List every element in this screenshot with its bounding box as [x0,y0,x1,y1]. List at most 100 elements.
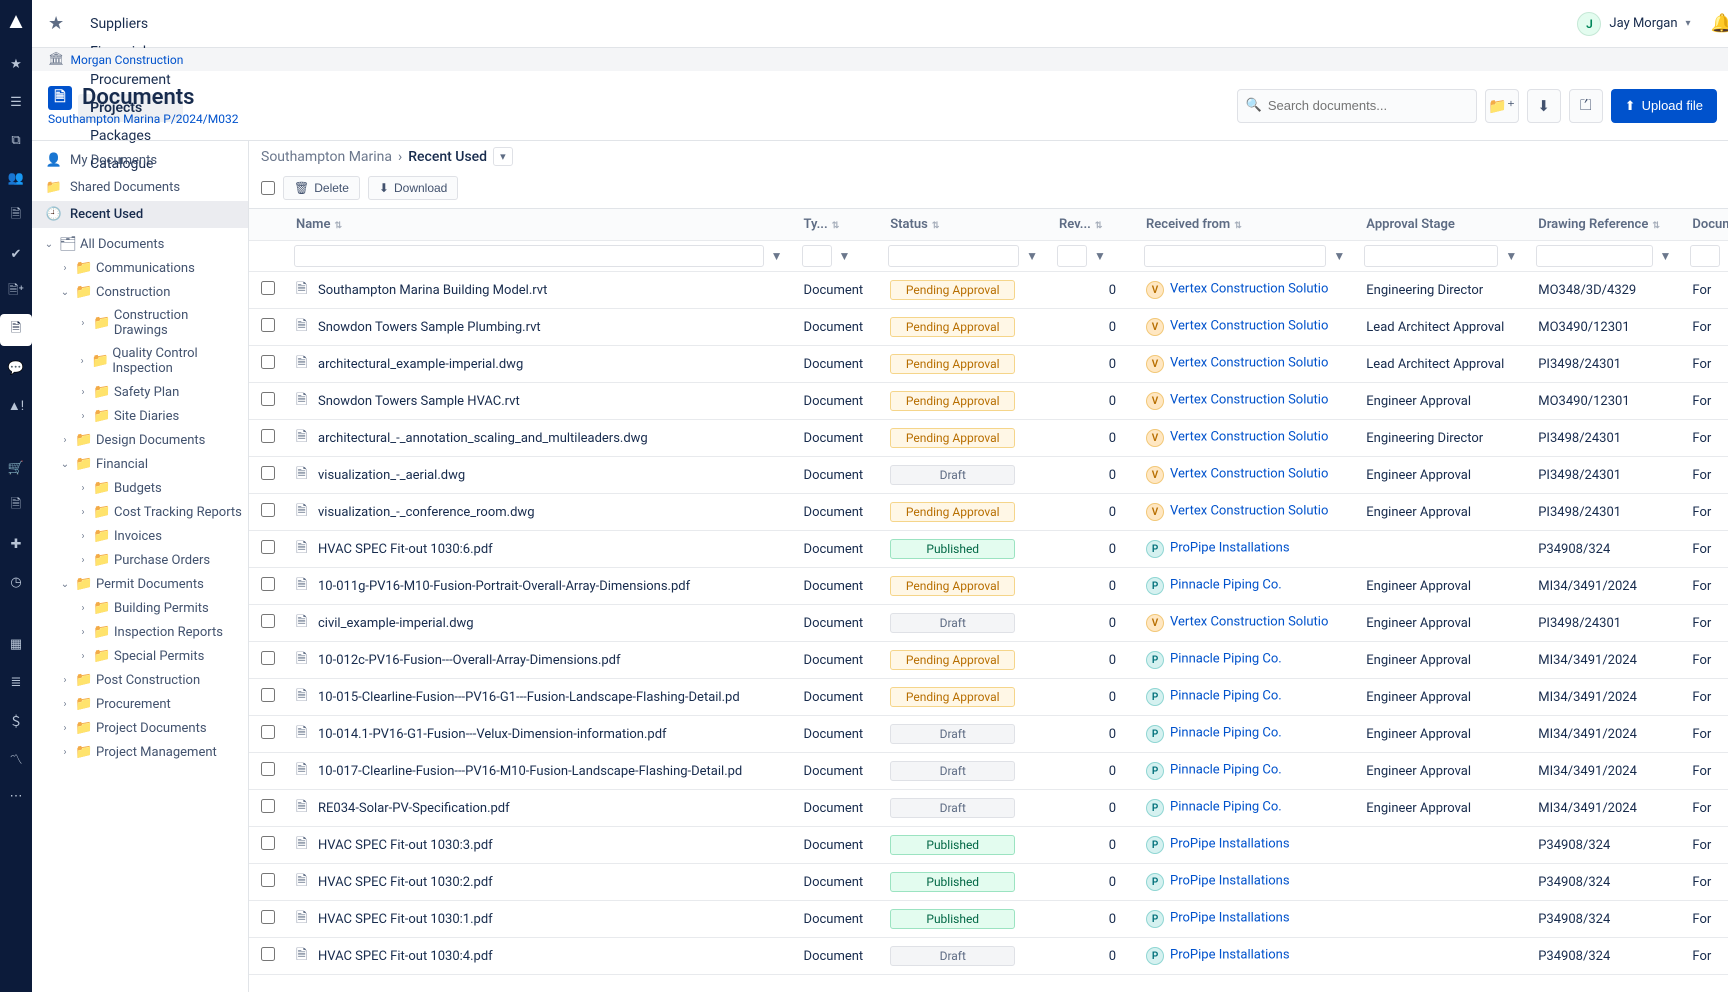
vendor-link[interactable]: Vertex Construction Solutio [1170,467,1328,482]
caret-icon[interactable]: › [76,318,90,329]
folder-root-recent-used[interactable]: 🕘Recent Used [32,201,248,228]
rail-icon-more[interactable]: ⋯ [0,780,32,812]
row-checkbox[interactable] [261,281,275,295]
tree-item-financial[interactable]: ⌄📁Financial [32,452,248,476]
table-row[interactable]: 🗎HVAC SPEC Fit-out 1030:4.pdfDocumentDra… [249,938,1728,975]
caret-icon[interactable]: › [76,483,90,494]
rail-icon-trend[interactable]: 〽 [0,742,32,774]
caret-icon[interactable]: › [58,263,72,274]
tree-item-inspection-reports[interactable]: ›📁Inspection Reports [32,620,248,644]
filter-dref[interactable] [1536,245,1652,267]
tree-item-post-construction[interactable]: ›📁Post Construction [32,668,248,692]
filter-icon[interactable]: ▼ [1091,249,1109,263]
vendor-link[interactable]: ProPipe Installations [1170,911,1290,926]
col-rev[interactable]: Rev...⇅ [1049,209,1136,241]
filter-type[interactable] [802,245,832,267]
tree-item-cost-tracking-reports[interactable]: ›📁Cost Tracking Reports [32,500,248,524]
table-row[interactable]: 🗎Snowdon Towers Sample Plumbing.rvtDocum… [249,309,1728,346]
row-checkbox[interactable] [261,910,275,924]
horizontal-scrollbar[interactable] [249,978,1728,992]
col-received[interactable]: Received from⇅ [1136,209,1356,241]
tree-item-communications[interactable]: ›📁Communications [32,256,248,280]
tree-item-project-documents[interactable]: ›📁Project Documents [32,716,248,740]
filter-status[interactable] [888,245,1019,267]
table-row[interactable]: 🗎Snowdon Towers Sample HVAC.rvtDocumentP… [249,383,1728,420]
company-name[interactable]: Morgan Construction [71,53,184,67]
caret-icon[interactable]: › [58,723,72,734]
filter-icon[interactable]: ▼ [1657,249,1675,263]
table-row[interactable]: 🗎civil_example-imperial.dwgDocumentDraft… [249,605,1728,642]
vendor-link[interactable]: Vertex Construction Solutio [1170,393,1328,408]
filter-docu[interactable] [1690,245,1720,267]
filter-name[interactable] [294,245,764,267]
rail-icon-alert[interactable]: ▲! [0,390,32,422]
download-button[interactable]: ⬇ [1527,89,1561,123]
table-row[interactable]: 🗎architectural_-_annotation_scaling_and_… [249,420,1728,457]
row-checkbox[interactable] [261,392,275,406]
caret-icon[interactable]: › [58,435,72,446]
delete-button[interactable]: 🗑Delete [283,176,360,200]
row-checkbox[interactable] [261,762,275,776]
row-checkbox[interactable] [261,651,275,665]
row-checkbox[interactable] [261,725,275,739]
documents-table-wrap[interactable]: Name⇅ Ty...⇅ Status⇅ Rev...⇅ Received fr… [249,209,1728,978]
rail-icon-dollar[interactable]: ＄ [0,704,32,736]
table-row[interactable]: 🗎10-017-Clearline-Fusion---PV16-M10-Fusi… [249,753,1728,790]
rail-icon-structure[interactable]: ⧉ [0,124,32,156]
table-row[interactable]: 🗎HVAC SPEC Fit-out 1030:3.pdfDocumentPub… [249,827,1728,864]
row-checkbox[interactable] [261,688,275,702]
filter-received[interactable] [1144,245,1326,267]
caret-icon[interactable]: › [76,411,90,422]
app-logo[interactable]: ▲ [5,8,27,34]
row-checkbox[interactable] [261,614,275,628]
caret-icon[interactable]: ⌄ [58,287,72,298]
vendor-link[interactable]: Pinnacle Piping Co. [1170,652,1282,667]
caret-icon[interactable]: › [76,387,90,398]
col-drawing-ref[interactable]: Drawing Reference⇅ [1528,209,1682,241]
filter-icon[interactable]: ▼ [1330,249,1348,263]
tree-item-design-documents[interactable]: ›📁Design Documents [32,428,248,452]
table-row[interactable]: 🗎visualization_-_aerial.dwgDocumentDraft… [249,457,1728,494]
export-button[interactable]: ⏍ [1569,89,1603,123]
table-row[interactable]: 🗎Southampton Marina Building Model.rvtDo… [249,272,1728,309]
vendor-link[interactable]: Vertex Construction Solutio [1170,319,1328,334]
caret-icon[interactable]: › [58,675,72,686]
vendor-link[interactable]: Pinnacle Piping Co. [1170,689,1282,704]
rail-icon-check[interactable]: ✔ [0,238,32,270]
nav-contacts[interactable]: Contacts [78,0,183,10]
vendor-link[interactable]: Vertex Construction Solutio [1170,504,1328,519]
filter-icon[interactable]: ▼ [836,249,854,263]
row-checkbox[interactable] [261,503,275,517]
project-link[interactable]: Southampton Marina P/2024/M032 [48,112,1237,126]
tree-item-quality-control-inspection[interactable]: ›📁Quality Control Inspection [32,342,248,380]
tree-item-construction[interactable]: ⌄📁Construction [32,280,248,304]
caret-icon[interactable]: › [76,555,90,566]
table-row[interactable]: 🗎visualization_-_conference_room.dwgDocu… [249,494,1728,531]
caret-icon[interactable]: ⌄ [58,579,72,590]
vendor-link[interactable]: Pinnacle Piping Co. [1170,726,1282,741]
tree-item-permit-documents[interactable]: ⌄📁Permit Documents [32,572,248,596]
filter-stage[interactable] [1364,245,1498,267]
vendor-link[interactable]: ProPipe Installations [1170,948,1290,963]
upload-file-button[interactable]: ⬆ Upload file [1611,89,1717,123]
row-checkbox[interactable] [261,429,275,443]
filter-icon[interactable]: ▼ [768,249,786,263]
user-menu[interactable]: J Jay Morgan ▾ [1569,8,1698,40]
row-checkbox[interactable] [261,466,275,480]
tree-item-purchase-orders[interactable]: ›📁Purchase Orders [32,548,248,572]
caret-icon[interactable]: › [76,531,90,542]
table-row[interactable]: 🗎10-015-Clearline-Fusion---PV16-G1---Fus… [249,679,1728,716]
caret-icon[interactable]: › [58,699,72,710]
vendor-link[interactable]: ProPipe Installations [1170,837,1290,852]
table-row[interactable]: 🗎HVAC SPEC Fit-out 1030:1.pdfDocumentPub… [249,901,1728,938]
table-row[interactable]: 🗎RE034-Solar-PV-Specification.pdfDocumen… [249,790,1728,827]
download-selected-button[interactable]: ⬇Download [368,176,458,200]
vendor-link[interactable]: Pinnacle Piping Co. [1170,763,1282,778]
rail-icon-rows[interactable]: ≣ [0,666,32,698]
col-docu[interactable]: Docum [1682,209,1728,241]
rail-icon-doc[interactable]: 🗎 [0,200,32,232]
row-checkbox[interactable] [261,540,275,554]
caret-icon[interactable]: › [76,356,88,367]
bell-icon[interactable]: 🔔 [1711,13,1728,34]
folder-root-my-documents[interactable]: 👤My Documents [32,147,248,174]
